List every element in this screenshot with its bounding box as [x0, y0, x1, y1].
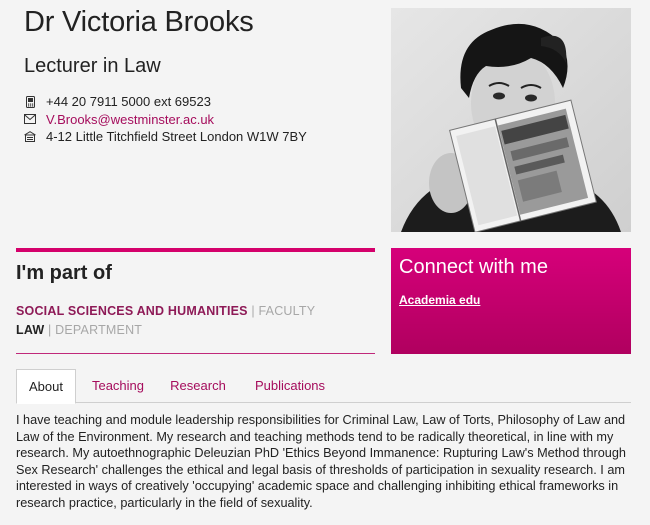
department-link[interactable]: LAW — [16, 323, 44, 337]
tab-about[interactable]: About — [16, 369, 76, 404]
profile-page: Dr Victoria Brooks Lecturer in Law +44 2… — [0, 0, 650, 525]
contact-email-link[interactable]: V.Brooks@westminster.ac.uk — [46, 111, 214, 129]
profile-photo — [391, 8, 631, 232]
contact-phone: +44 20 7911 5000 ext 69523 — [46, 94, 211, 109]
part-of-title: I'm part of — [16, 262, 112, 284]
contact-address: 4-12 Little Titchfield Street London W1W… — [46, 129, 307, 144]
connect-panel: Connect with me Academia edu — [391, 248, 631, 354]
building-icon — [24, 131, 36, 143]
faculty-line: SOCIAL SCIENCES AND HUMANITIES | FACULTY — [16, 304, 315, 318]
contact-phone-row: +44 20 7911 5000 ext 69523 — [24, 93, 307, 111]
tab-publications[interactable]: Publications — [244, 369, 336, 403]
academia-edu-link[interactable]: Academia edu — [399, 293, 623, 307]
contact-details: +44 20 7911 5000 ext 69523 V.Brooks@west… — [24, 93, 307, 146]
about-text: I have teaching and module leadership re… — [16, 413, 626, 510]
part-of-section: I'm part of SOCIAL SCIENCES AND HUMANITI… — [16, 248, 375, 354]
tab-research[interactable]: Research — [162, 369, 234, 403]
profile-tabs: About Teaching Research Publications — [16, 369, 631, 404]
faculty-label: | FACULTY — [247, 304, 316, 318]
envelope-icon — [24, 113, 36, 125]
profile-role: Lecturer in Law — [24, 55, 161, 77]
department-label: | DEPARTMENT — [44, 323, 143, 337]
contact-address-row: 4-12 Little Titchfield Street London W1W… — [24, 128, 307, 146]
connect-title: Connect with me — [399, 256, 548, 278]
contact-email-row: V.Brooks@westminster.ac.uk — [24, 111, 307, 129]
faculty-link[interactable]: SOCIAL SCIENCES AND HUMANITIES — [16, 304, 248, 318]
tab-teaching[interactable]: Teaching — [82, 369, 154, 403]
profile-name: Dr Victoria Brooks — [24, 6, 254, 38]
department-line: LAW | DEPARTMENT — [16, 323, 142, 337]
phone-icon — [24, 95, 36, 108]
